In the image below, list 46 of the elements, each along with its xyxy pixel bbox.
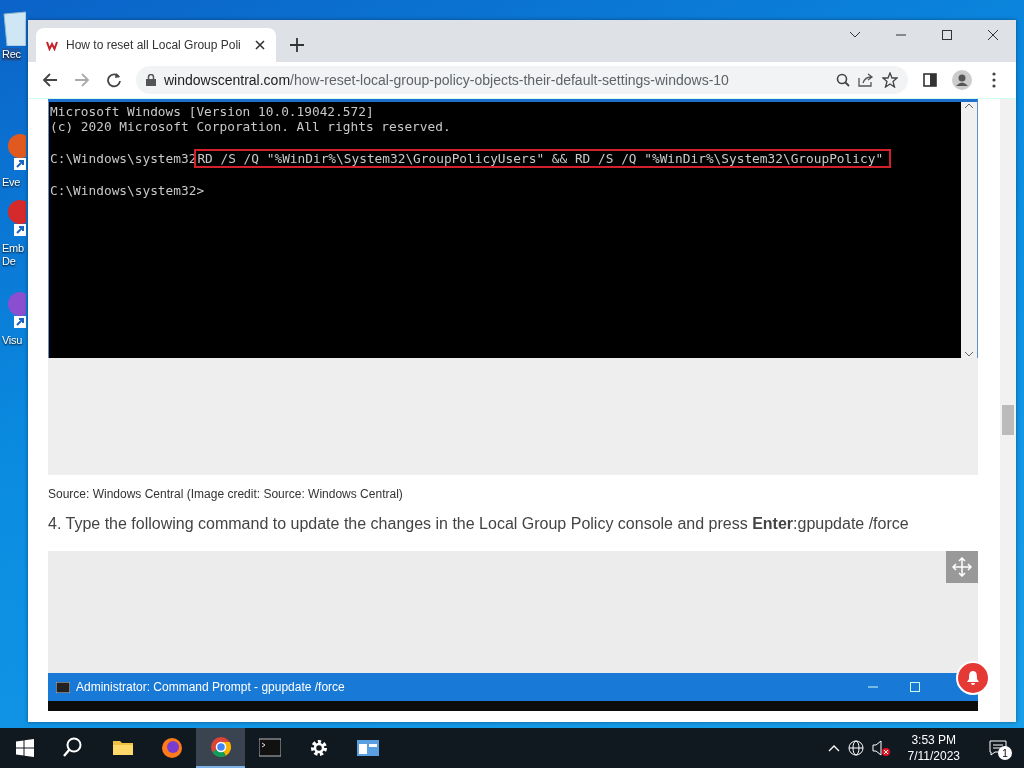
terminal-icon bbox=[258, 737, 281, 759]
desktop-icon-label[interactable]: Eve bbox=[2, 176, 21, 189]
window-icon bbox=[356, 737, 379, 759]
terminal-prompt: C:\Windows\system32> bbox=[50, 183, 205, 198]
recycle-bin-icon[interactable] bbox=[2, 8, 26, 46]
image-caption: Source: Windows Central (Image credit: Source: Windows Central) bbox=[48, 487, 404, 501]
menu-icon[interactable] bbox=[992, 71, 996, 89]
terminal-line: (c) 2020 Microsoft Corporation. All rights reserved. bbox=[50, 119, 451, 134]
message-icon bbox=[989, 740, 1007, 756]
back-arrow-icon[interactable] bbox=[42, 72, 58, 88]
move-arrows-icon bbox=[952, 557, 972, 577]
command-prompt-titlebar: Administrator: Command Prompt - gpupdate /force bbox=[48, 673, 978, 701]
terminal-prompt: C:\Windows\system32 bbox=[50, 151, 197, 166]
terminal-line: Microsoft Windows [Version 10.0.19042.572] bbox=[50, 104, 374, 119]
console-icon bbox=[56, 681, 70, 693]
desktop-icon-label[interactable]: Emb De bbox=[2, 242, 24, 268]
clock[interactable]: 3:53 PM 7/11/2023 bbox=[907, 732, 960, 764]
star-icon[interactable] bbox=[882, 72, 898, 88]
maximize-icon bbox=[910, 682, 920, 692]
globe-icon[interactable] bbox=[847, 740, 864, 756]
share-icon[interactable] bbox=[858, 73, 874, 87]
chrome-icon bbox=[209, 736, 232, 758]
browser-icon bbox=[160, 737, 183, 759]
muted-speaker-icon[interactable] bbox=[871, 740, 890, 756]
close-icon[interactable] bbox=[254, 39, 266, 51]
site-favicon bbox=[46, 39, 58, 51]
search-icon[interactable] bbox=[836, 73, 850, 87]
expand-button[interactable] bbox=[946, 551, 978, 583]
browser-tab[interactable]: How to reset all Local Group Poli bbox=[36, 28, 276, 62]
address-bar[interactable]: windowscentral.com/how-reset-local-group-policy-objects-their-default-settings-windows-10 bbox=[136, 66, 908, 94]
notification-bell-button[interactable] bbox=[956, 661, 990, 695]
side-panel-icon[interactable] bbox=[923, 73, 937, 87]
highlighted-command: RD /S /Q "%WinDir%\System32\GroupPolicyUsers" && RD /S /Q "%WinDir%\System32\GroupPolicy" bbox=[194, 149, 892, 168]
profile-icon[interactable] bbox=[952, 70, 972, 90]
scrollbar[interactable] bbox=[1000, 99, 1016, 722]
reload-icon[interactable] bbox=[106, 72, 122, 88]
scroll-up-icon bbox=[964, 102, 974, 110]
new-tab-icon[interactable] bbox=[290, 38, 304, 52]
windows-logo-icon bbox=[15, 739, 34, 757]
step-text: 4. Type the following command to update the changes in the Local Group Policy console and press Enter:gpupdate /force bbox=[48, 515, 910, 533]
desktop-icon-label[interactable]: Visu bbox=[2, 334, 22, 347]
bell-icon bbox=[966, 670, 980, 686]
chevron-up-icon[interactable] bbox=[827, 744, 840, 752]
lock-icon bbox=[146, 74, 156, 86]
desktop-icon-label[interactable]: Rec bbox=[2, 48, 21, 61]
scroll-down-icon bbox=[964, 350, 974, 358]
